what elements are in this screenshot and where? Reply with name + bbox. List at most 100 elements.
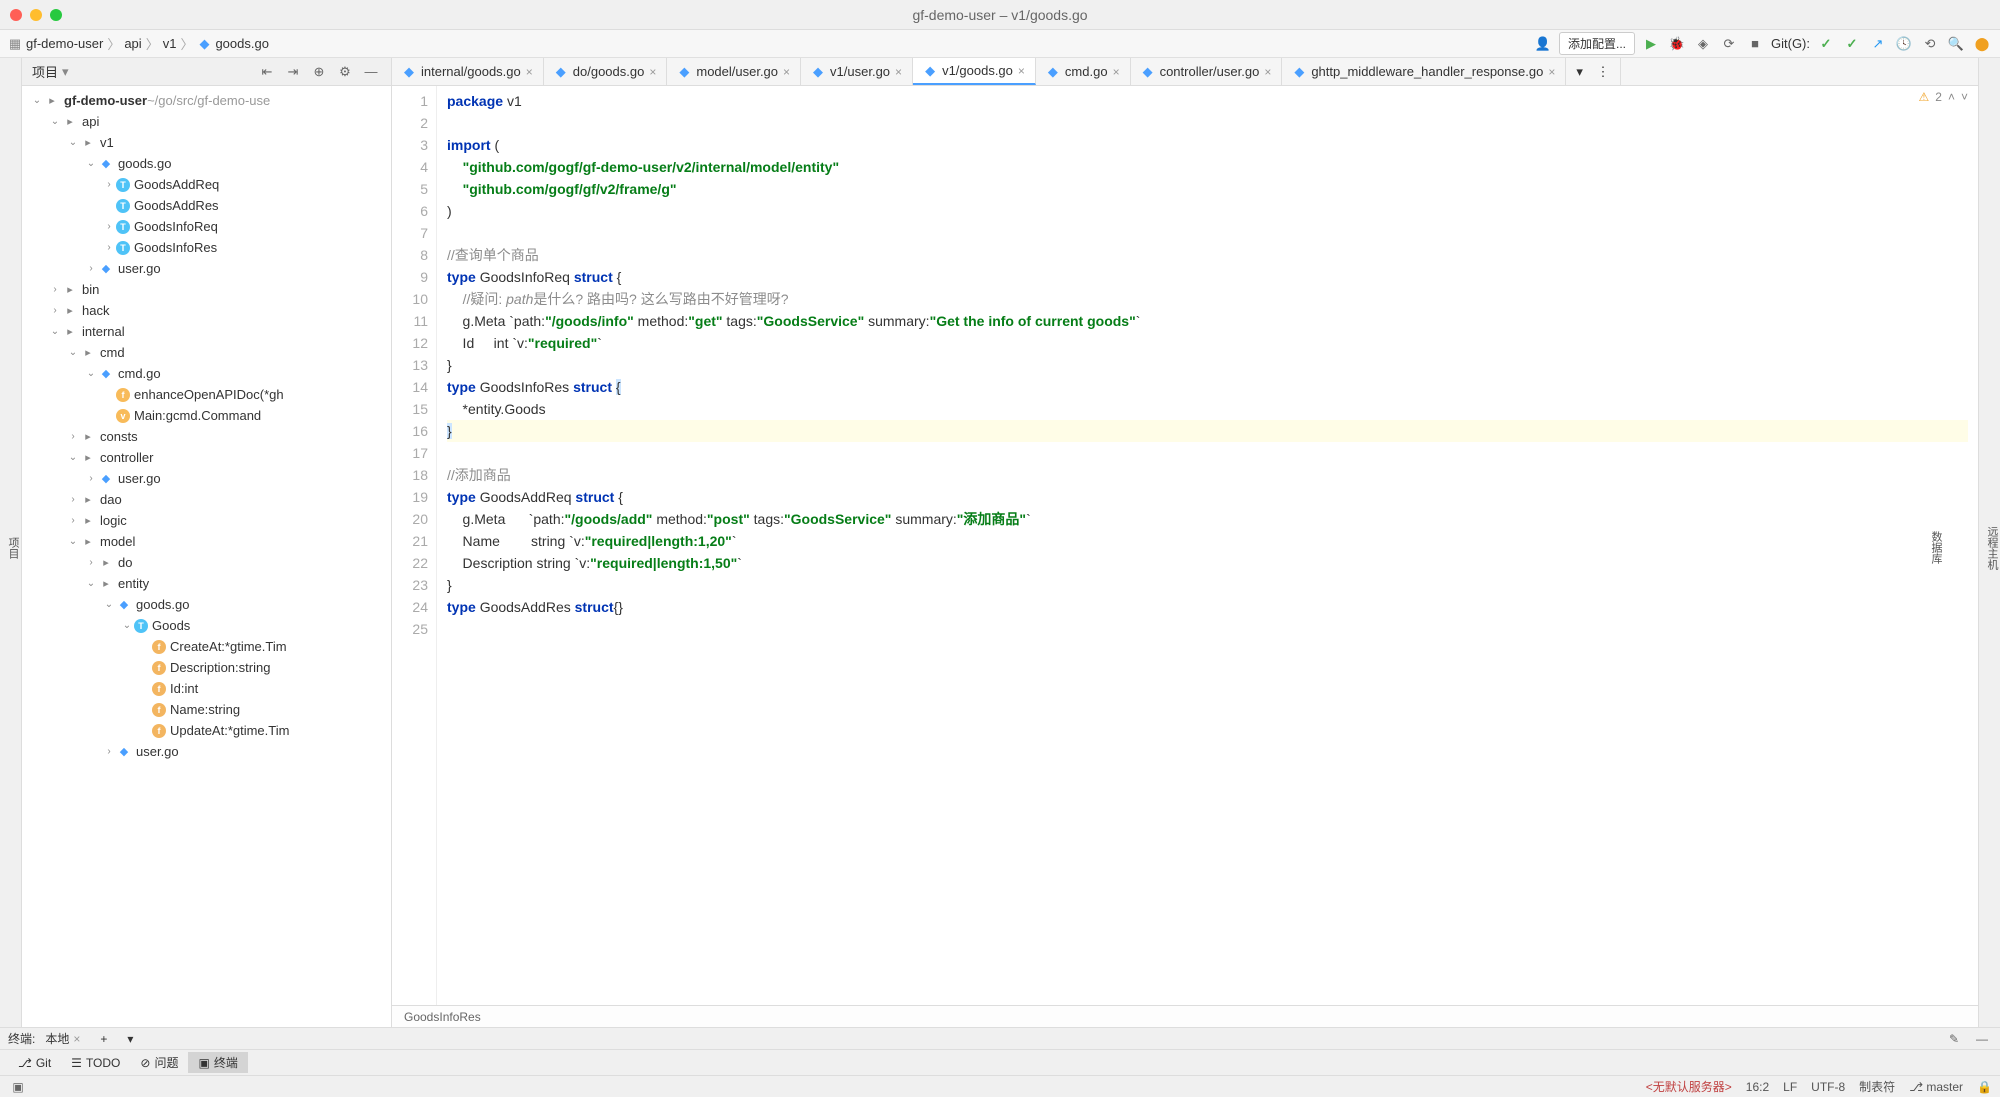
user-icon[interactable]: 👤 bbox=[1533, 34, 1553, 54]
chevron-right-icon[interactable]: › bbox=[102, 221, 116, 232]
tree-node[interactable]: ›▸bin bbox=[22, 279, 391, 300]
status-cursor-pos[interactable]: 16:2 bbox=[1746, 1080, 1769, 1094]
code-line[interactable]: type GoodsInfoRes struct { bbox=[447, 376, 1968, 398]
chevron-right-icon[interactable]: › bbox=[102, 242, 116, 253]
code-line[interactable]: } bbox=[447, 574, 1968, 596]
code-line[interactable] bbox=[447, 222, 1968, 244]
code-line[interactable]: "github.com/gogf/gf/v2/frame/g" bbox=[447, 178, 1968, 200]
code-line[interactable]: } bbox=[447, 354, 1968, 376]
tree-node[interactable]: ⌄◆goods.go bbox=[22, 594, 391, 615]
tree-node[interactable]: ⌄◆cmd.go bbox=[22, 363, 391, 384]
bottom-tab-todo[interactable]: ☰ TODO bbox=[61, 1054, 130, 1072]
status-tool-icon[interactable]: ▣ bbox=[8, 1077, 28, 1097]
chevron-down-icon[interactable]: ⌄ bbox=[102, 599, 116, 610]
chevron-down-icon[interactable]: ⌄ bbox=[84, 578, 98, 589]
chevron-right-icon[interactable]: › bbox=[84, 557, 98, 568]
tabs-overflow[interactable]: ▾ ⋮ bbox=[1566, 58, 1620, 85]
close-icon[interactable]: × bbox=[73, 1032, 80, 1046]
crumb-0[interactable]: gf-demo-user bbox=[26, 36, 103, 51]
chevron-right-icon[interactable]: › bbox=[66, 431, 80, 442]
editor-body[interactable]: ⚠ 2 ˄ ˅ 12345678910111213141516171819202… bbox=[392, 86, 1978, 1005]
rollback-icon[interactable]: ⟲ bbox=[1920, 34, 1940, 54]
tree-node[interactable]: fUpdateAt:*gtime.Tim bbox=[22, 720, 391, 741]
left-tab-project[interactable]: 项目 bbox=[5, 537, 21, 559]
tree-node[interactable]: ⌄TGoods bbox=[22, 615, 391, 636]
select-opened-icon[interactable]: ⊕ bbox=[309, 62, 329, 82]
editor-tab[interactable]: ◆do/goods.go× bbox=[544, 58, 668, 85]
chevron-right-icon[interactable]: › bbox=[84, 263, 98, 274]
tree-node[interactable]: ›◆user.go bbox=[22, 741, 391, 762]
code-line[interactable]: type GoodsInfoReq struct { bbox=[447, 266, 1968, 288]
code-line[interactable]: ) bbox=[447, 200, 1968, 222]
crumb-3[interactable]: goods.go bbox=[215, 36, 269, 51]
profile-button[interactable]: ⟳ bbox=[1719, 34, 1739, 54]
history-icon[interactable]: 🕓 bbox=[1894, 34, 1914, 54]
code-line[interactable]: *entity.Goods bbox=[447, 398, 1968, 420]
tree-node[interactable]: ›▸consts bbox=[22, 426, 391, 447]
stop-button[interactable]: ■ bbox=[1745, 34, 1765, 54]
git-push-icon[interactable]: ↗ bbox=[1868, 34, 1888, 54]
chevron-down-icon[interactable]: ⌄ bbox=[84, 368, 98, 379]
chevron-right-icon[interactable]: › bbox=[102, 746, 116, 757]
crumb-2[interactable]: v1 bbox=[163, 36, 177, 51]
code-line[interactable]: g.Meta `path:"/goods/info" method:"get" … bbox=[447, 310, 1968, 332]
code-line[interactable]: } bbox=[447, 420, 1968, 442]
editor-breadcrumb[interactable]: GoodsInfoRes bbox=[392, 1005, 1978, 1027]
chevron-right-icon[interactable]: › bbox=[48, 305, 62, 316]
minimize-window-button[interactable] bbox=[30, 9, 42, 21]
code-line[interactable]: import ( bbox=[447, 134, 1968, 156]
code-line[interactable]: //添加商品 bbox=[447, 464, 1968, 486]
code-line[interactable] bbox=[447, 112, 1968, 134]
tree-node[interactable]: fId:int bbox=[22, 678, 391, 699]
debug-button[interactable]: 🐞 bbox=[1667, 34, 1687, 54]
code-content[interactable]: package v1import ( "github.com/gogf/gf-d… bbox=[437, 86, 1978, 1005]
git-update-icon[interactable]: ✓ bbox=[1816, 34, 1836, 54]
status-encoding[interactable]: UTF-8 bbox=[1811, 1080, 1845, 1094]
chevron-down-icon[interactable]: ⌄ bbox=[84, 158, 98, 169]
terminal-tab-local[interactable]: 本地 × bbox=[35, 1028, 90, 1049]
status-branch[interactable]: ⎇ master bbox=[1909, 1080, 1963, 1094]
editor-tab[interactable]: ◆v1/goods.go× bbox=[913, 58, 1036, 85]
bottom-tab-problems[interactable]: ⊘ 问题 bbox=[130, 1052, 188, 1073]
close-icon[interactable]: × bbox=[526, 65, 533, 79]
hide-panel-icon[interactable]: — bbox=[361, 62, 381, 82]
tree-node[interactable]: ›▸logic bbox=[22, 510, 391, 531]
code-line[interactable]: Name string `v:"required|length:1,20"` bbox=[447, 530, 1968, 552]
code-line[interactable]: //疑问: path是什么? 路由吗? 这么写路由不好管理呀? bbox=[447, 288, 1968, 310]
chevron-down-icon[interactable]: ⌄ bbox=[120, 620, 134, 631]
editor-tab[interactable]: ◆model/user.go× bbox=[667, 58, 801, 85]
chevron-down-icon[interactable]: ▾ bbox=[62, 64, 69, 80]
chevron-right-icon[interactable]: › bbox=[84, 473, 98, 484]
gear-icon[interactable]: ⚙ bbox=[335, 62, 355, 82]
tree-node[interactable]: ›TGoodsAddReq bbox=[22, 174, 391, 195]
close-icon[interactable]: × bbox=[895, 65, 902, 79]
chevron-up-icon[interactable]: ˄ bbox=[1948, 90, 1955, 104]
code-line[interactable]: type GoodsAddRes struct{} bbox=[447, 596, 1968, 618]
tree-node[interactable]: ›◆user.go bbox=[22, 468, 391, 489]
tree-node[interactable]: ›TGoodsInfoReq bbox=[22, 216, 391, 237]
project-tree[interactable]: ⌄▸gf-demo-user ~/go/src/gf-demo-use⌄▸api… bbox=[22, 86, 391, 1027]
tree-node[interactable]: ›▸do bbox=[22, 552, 391, 573]
chevron-down-icon[interactable]: ˅ bbox=[1961, 90, 1968, 104]
run-button[interactable]: ▶ bbox=[1641, 34, 1661, 54]
tree-node[interactable]: ⌄▸cmd bbox=[22, 342, 391, 363]
bottom-tab-terminal[interactable]: ▣ 终端 bbox=[188, 1052, 247, 1073]
code-line[interactable]: Id int `v:"required"` bbox=[447, 332, 1968, 354]
terminal-new-tab[interactable]: + bbox=[90, 1030, 117, 1048]
run-config-dropdown[interactable]: 添加配置... bbox=[1559, 32, 1635, 55]
git-commit-icon[interactable]: ✓ bbox=[1842, 34, 1862, 54]
chevron-right-icon[interactable]: › bbox=[48, 284, 62, 295]
terminal-dropdown[interactable]: ▾ bbox=[117, 1030, 143, 1048]
tree-node[interactable]: ›TGoodsInfoRes bbox=[22, 237, 391, 258]
chevron-down-icon[interactable]: ⌄ bbox=[66, 347, 80, 358]
code-line[interactable]: g.Meta `path:"/goods/add" method:"post" … bbox=[447, 508, 1968, 530]
close-icon[interactable]: × bbox=[1548, 65, 1555, 79]
tree-node[interactable]: ⌄▸entity bbox=[22, 573, 391, 594]
tree-node[interactable]: fenhanceOpenAPIDoc(*gh bbox=[22, 384, 391, 405]
close-window-button[interactable] bbox=[10, 9, 22, 21]
tree-node[interactable]: fCreateAt:*gtime.Tim bbox=[22, 636, 391, 657]
coverage-button[interactable]: ◈ bbox=[1693, 34, 1713, 54]
editor-tab[interactable]: ◆v1/user.go× bbox=[801, 58, 913, 85]
code-line[interactable]: package v1 bbox=[447, 90, 1968, 112]
breadcrumb[interactable]: ▦ gf-demo-user 〉 api 〉 v1 〉 ◆ goods.go bbox=[8, 34, 269, 53]
